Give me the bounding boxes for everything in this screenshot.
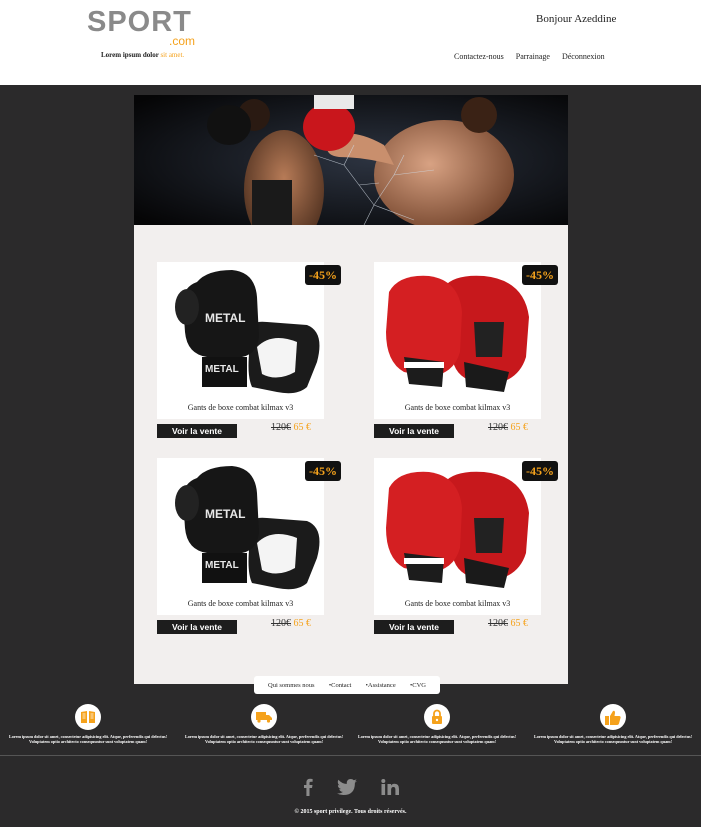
footer-link-contact[interactable]: •Contact (329, 682, 352, 689)
footer-link-cvg[interactable]: •CVG (410, 682, 426, 689)
old-price: 120€ (271, 422, 291, 433)
nav-referral-link[interactable]: Parrainage (516, 52, 550, 61)
product-prices: 120€ 65 € (271, 422, 311, 433)
feature-item: Lorem ipsum dolor sit amet, consectetur … (184, 704, 344, 744)
feature-text: Lorem ipsum dolor sit amet, consectetur … (8, 734, 168, 744)
view-sale-button[interactable]: Voir la vente (157, 620, 237, 634)
discount-badge: -45% (305, 265, 341, 285)
feature-text: Lorem ipsum dolor sit amet, consectetur … (533, 734, 693, 744)
product-card: Gants de boxe combat kilmax v3 -45% Voir… (374, 262, 558, 442)
new-price: 65 € (510, 422, 529, 433)
product-image[interactable]: METAL METAL (157, 458, 324, 595)
discount-badge: -45% (522, 265, 558, 285)
product-card: METAL METAL Gants de boxe combat kilmax … (157, 262, 341, 442)
footer-link-about[interactable]: Qui sommes nous (268, 682, 315, 689)
svg-text:METAL: METAL (205, 311, 245, 325)
facebook-icon[interactable] (303, 778, 313, 801)
main-content: METAL METAL Gants de boxe combat kilmax … (134, 95, 568, 684)
social-links (303, 778, 399, 801)
product-prices: 120€ 65 € (488, 422, 528, 433)
truck-icon (251, 704, 277, 730)
new-price: 65 € (510, 618, 529, 629)
product-prices: 120€ 65 € (271, 618, 311, 629)
twitter-icon[interactable] (337, 779, 357, 800)
discount-badge: -45% (305, 461, 341, 481)
book-icon (75, 704, 101, 730)
product-card: METAL METAL Gants de boxe combat kilmax … (157, 458, 341, 638)
boxing-glove-black-image: METAL METAL (157, 458, 324, 595)
product-image[interactable] (374, 458, 541, 595)
footer-link-assistance[interactable]: •Assistance (366, 682, 396, 689)
product-name: Gants de boxe combat kilmax v3 (374, 399, 541, 419)
hero-banner (134, 95, 568, 225)
footer-divider (0, 755, 701, 756)
product-prices: 120€ 65 € (488, 618, 528, 629)
new-price: 65 € (293, 618, 312, 629)
boxing-glove-red-image (374, 262, 541, 399)
feature-item: Lorem ipsum dolor sit amet, consectetur … (357, 704, 517, 744)
nav-logout-link[interactable]: Déconnexion (562, 52, 605, 61)
view-sale-button[interactable]: Voir la vente (157, 424, 237, 438)
logo-subtext: .com (169, 34, 196, 48)
nav-contact-link[interactable]: Contactez-nous (454, 52, 504, 61)
product-image[interactable] (374, 262, 541, 399)
boxing-glove-black-image: METAL METAL (157, 262, 324, 399)
linkedin-icon[interactable] (381, 779, 399, 800)
product-name: Gants de boxe combat kilmax v3 (374, 595, 541, 615)
copyright-text: © 2015 sport privilege. Tous droits rése… (294, 809, 407, 815)
svg-text:METAL: METAL (205, 507, 245, 521)
product-image[interactable]: METAL METAL (157, 262, 324, 399)
feature-item: Lorem ipsum dolor sit amet, consectetur … (8, 704, 168, 744)
boxing-glove-red-image (374, 458, 541, 595)
old-price: 120€ (488, 422, 508, 433)
user-greeting: Bonjour Azeddine (536, 13, 617, 25)
old-price: 120€ (488, 618, 508, 629)
new-price: 65 € (293, 422, 312, 433)
header: SPORT .com Lorem ipsum dolor sit amet. B… (0, 0, 701, 85)
feature-item: Lorem ipsum dolor sit amet, consectetur … (533, 704, 693, 744)
svg-text:METAL: METAL (205, 364, 239, 375)
lock-icon (424, 704, 450, 730)
hero-boxing-image (134, 95, 568, 225)
logo[interactable]: SPORT .com (87, 6, 197, 48)
view-sale-button[interactable]: Voir la vente (374, 620, 454, 634)
product-card: Gants de boxe combat kilmax v3 -45% Voir… (374, 458, 558, 638)
feature-text: Lorem ipsum dolor sit amet, consectetur … (184, 734, 344, 744)
svg-text:METAL: METAL (205, 560, 239, 571)
old-price: 120€ (271, 618, 291, 629)
tagline-accent: sit amet. (160, 51, 185, 59)
product-name: Gants de boxe combat kilmax v3 (157, 595, 324, 615)
footer-nav: Qui sommes nous •Contact •Assistance •CV… (254, 676, 440, 694)
top-nav: Contactez-nous Parrainage Déconnexion (454, 52, 605, 61)
tagline-text: Lorem ipsum dolor (101, 51, 159, 59)
discount-badge: -45% (522, 461, 558, 481)
thumbs-up-icon (600, 704, 626, 730)
view-sale-button[interactable]: Voir la vente (374, 424, 454, 438)
product-name: Gants de boxe combat kilmax v3 (157, 399, 324, 419)
tagline: Lorem ipsum dolor sit amet. (101, 51, 184, 59)
feature-text: Lorem ipsum dolor sit amet, consectetur … (357, 734, 517, 744)
